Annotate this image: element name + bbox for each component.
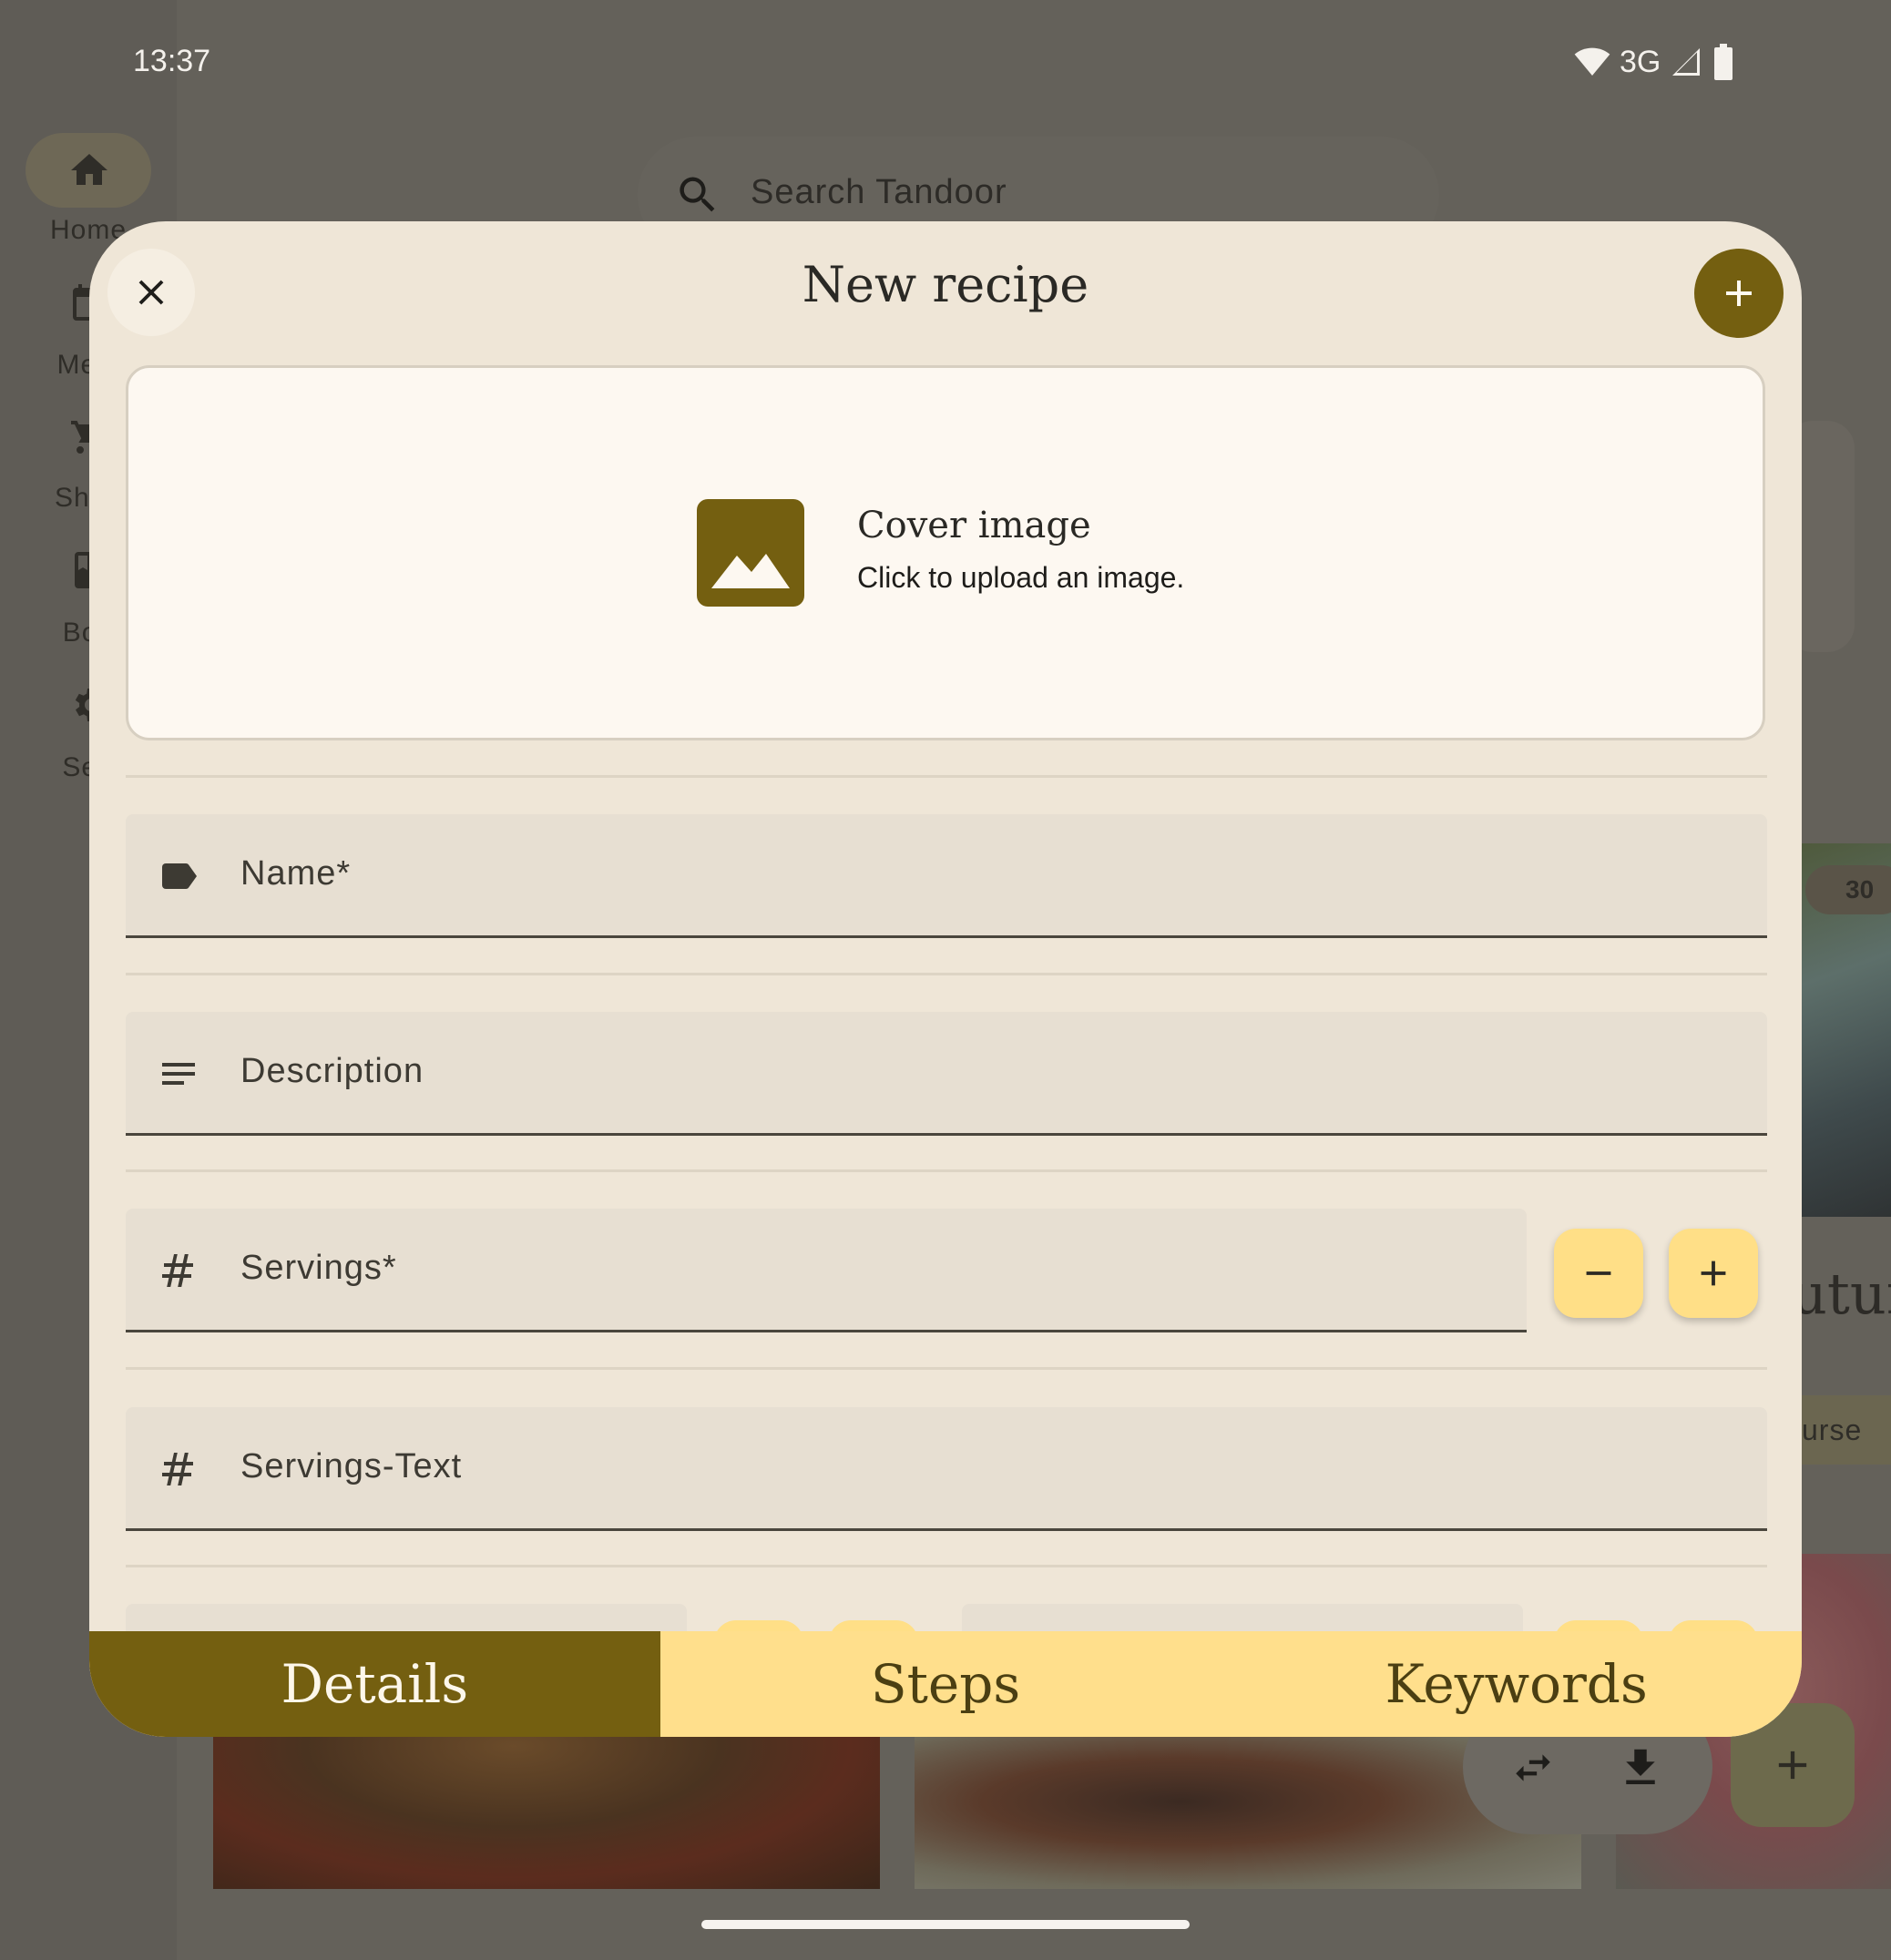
notes-icon [162,1063,195,1085]
description-field-label: Description [240,1052,424,1090]
status-icons: 3G [1574,42,1735,82]
divider [126,1169,1767,1172]
cover-image-subtitle: Click to upload an image. [857,561,1185,594]
new-recipe-dialog: New recipe Cover image Click to upload a… [89,221,1802,1737]
divider [126,1367,1767,1370]
image-icon [697,499,804,607]
tab-details[interactable]: Details [89,1631,660,1737]
status-time: 13:37 [133,44,211,78]
timer-badge-value: 30 [1845,875,1875,903]
label-icon [162,863,197,889]
cover-image-title: Cover image [857,505,1091,546]
plus-icon [1701,1261,1726,1286]
divider [126,775,1767,778]
network-type: 3G [1620,44,1661,79]
plus-icon [1778,1751,1807,1780]
dialog-title: New recipe [802,256,1089,313]
recipe-title-fragment: utur [1791,1261,1891,1327]
tab-keywords[interactable]: Keywords [1231,1631,1802,1737]
servings-text-field[interactable]: Servings-Text [126,1407,1767,1531]
recipe-editor-tabs: Details Steps Keywords [89,1631,1802,1737]
wifi-icon [1574,47,1610,76]
name-field[interactable]: Name* [126,814,1767,938]
divider [126,1565,1767,1567]
swap-icon[interactable] [1510,1745,1556,1791]
recipe-image-1 [213,1730,880,1889]
servings-increment-button[interactable] [1669,1229,1758,1318]
description-field[interactable]: Description [126,1012,1767,1136]
download-icon[interactable] [1616,1743,1665,1792]
servings-text-field-label: Servings-Text [240,1447,463,1485]
timer-badge: 30 [1805,865,1891,914]
hash-icon [162,1254,193,1287]
divider [126,973,1767,975]
search-placeholder: Search Tandoor [751,173,1007,211]
cover-image-uploader[interactable]: Cover image Click to upload an image. [126,365,1765,740]
home-icon [71,154,107,185]
hash-icon [162,1453,193,1485]
create-recipe-button[interactable] [1694,249,1784,338]
servings-field[interactable]: Servings* [126,1209,1527,1332]
battery-icon [1714,44,1733,80]
minus-icon [1586,1271,1611,1275]
servings-field-label: Servings* [240,1249,397,1287]
home-indicator [701,1920,1190,1929]
plus-icon [1726,281,1752,306]
search-icon [680,177,715,212]
name-field-label: Name* [240,854,352,893]
servings-decrement-button[interactable] [1554,1229,1643,1318]
tab-steps[interactable]: Steps [660,1631,1232,1737]
signal-icon [1672,48,1701,76]
